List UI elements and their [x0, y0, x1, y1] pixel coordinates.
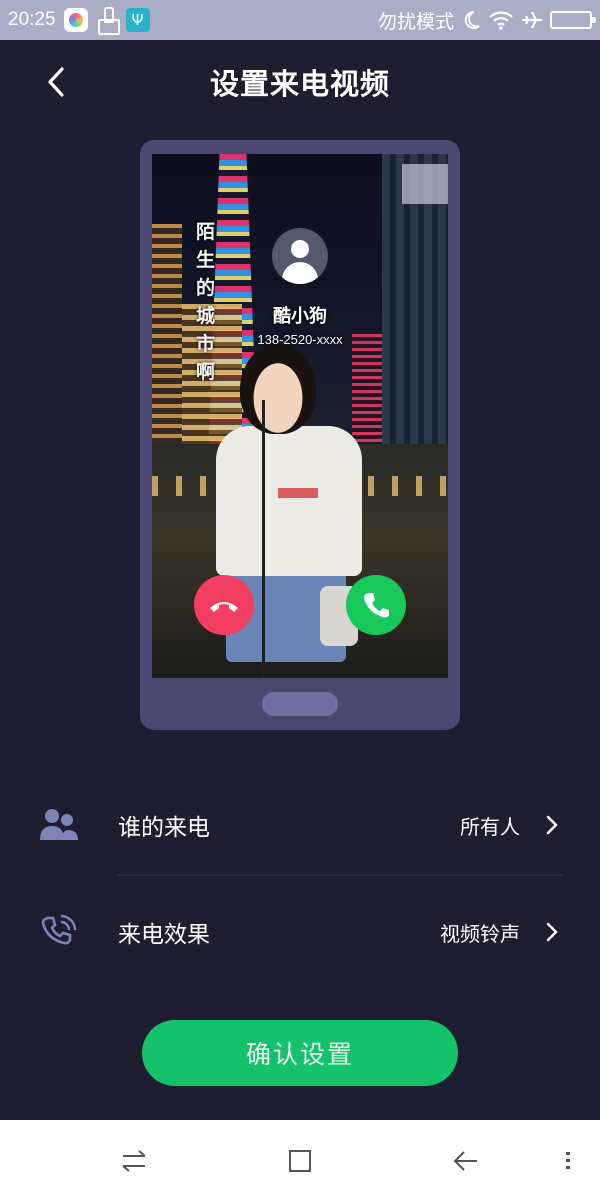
back-button[interactable] [36, 62, 76, 102]
phone-preview: 陌生的城市啊 酷小狗 138-2520-xxxx [140, 140, 460, 730]
navigation-bar [0, 1120, 600, 1200]
home-square-icon[interactable] [280, 1144, 320, 1178]
hang-up-icon [210, 602, 238, 612]
divider [118, 874, 562, 876]
settings-item-value: 视频铃声 [440, 921, 520, 946]
phone-ring-icon [38, 911, 80, 953]
cleaner-icon [96, 7, 120, 35]
home-button-mock [262, 692, 338, 716]
chevron-left-icon [48, 67, 64, 97]
settings-item-label: 谁的来电 [118, 815, 210, 841]
status-bar: 20:25 Ψ 勿扰模式 [0, 0, 600, 40]
back-arrow-icon[interactable] [446, 1144, 486, 1178]
page-title: 设置来电视频 [209, 67, 390, 101]
person-body [216, 426, 362, 576]
app-icon [63, 8, 88, 32]
settings-item-effect[interactable]: 来电效果 视频铃声 [0, 897, 600, 967]
status-right: 勿扰模式 [377, 7, 596, 34]
switch-icon[interactable] [114, 1144, 154, 1178]
mic-stand [262, 400, 265, 678]
chevron-right-icon [542, 815, 562, 835]
confirm-settings-button[interactable]: 确认设置 [142, 1020, 458, 1086]
building [402, 164, 448, 204]
person-head [240, 344, 316, 434]
airplane-icon [522, 11, 542, 29]
status-time: 20:25 [8, 9, 56, 30]
caller-name: 酷小狗 [273, 306, 327, 327]
chevron-right-icon [542, 922, 562, 942]
contacts-icon [38, 804, 80, 846]
settings-item-value: 所有人 [460, 814, 520, 839]
dnd-label: 勿扰模式 [377, 10, 454, 33]
battery-icon [550, 11, 596, 29]
caller-avatar [272, 228, 328, 284]
settings-item-caller[interactable]: 谁的来电 所有人 [0, 790, 600, 860]
video-preview[interactable]: 陌生的城市啊 酷小狗 138-2520-xxxx [152, 154, 448, 678]
wifi-icon [489, 11, 513, 30]
decline-call-button[interactable] [194, 575, 254, 635]
accept-call-button[interactable] [346, 575, 406, 635]
menu-dots-icon[interactable] [548, 1144, 588, 1178]
phone-icon [364, 593, 389, 618]
caller-number: 138-2520-xxxx [257, 332, 343, 347]
settings-item-label: 来电效果 [118, 922, 210, 948]
moon-icon [464, 10, 480, 29]
building [352, 334, 382, 444]
header: 设置来电视频 [0, 40, 600, 124]
usb-icon: Ψ [125, 8, 150, 32]
shirt-print [278, 488, 318, 498]
